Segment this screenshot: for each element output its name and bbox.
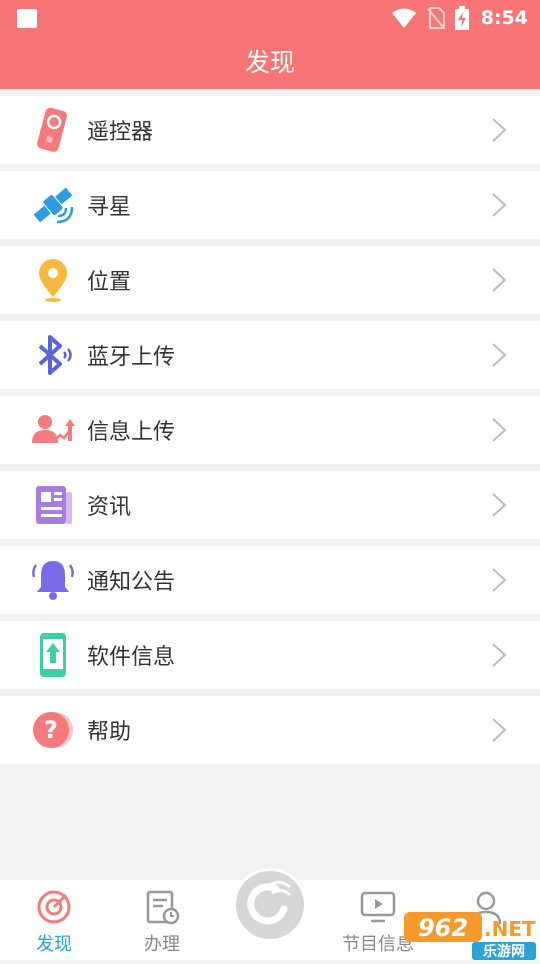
notification-icon: [17, 9, 37, 28]
menu-item-label: 通知公告: [87, 570, 176, 595]
user-upload-icon: [32, 415, 75, 443]
menu-item-help[interactable]: ? 帮助: [0, 696, 540, 764]
menu-item-location[interactable]: 位置: [0, 246, 540, 314]
chevron-right-icon: [492, 193, 507, 217]
status-bar: 8:54: [0, 0, 540, 36]
tab-handle[interactable]: 办理: [108, 880, 216, 960]
watermark-net: .NET: [484, 917, 536, 941]
menu-item-info-upload[interactable]: 信息上传: [0, 396, 540, 464]
menu-item-software-info[interactable]: 软件信息: [0, 621, 540, 689]
page-title: 发现: [0, 36, 540, 89]
menu-item-label: 软件信息: [87, 645, 176, 670]
menu-item-label: 位置: [87, 270, 132, 295]
help-icon: ?: [33, 712, 73, 748]
battery-charging-icon: [454, 6, 469, 30]
location-pin-icon: [39, 259, 67, 302]
chevron-right-icon: [492, 268, 507, 292]
watermark-number: 962: [418, 914, 468, 942]
phone-update-icon: [40, 633, 66, 677]
satellite-icon: [33, 187, 74, 224]
wifi-icon: [391, 8, 416, 28]
chevron-right-icon: [492, 118, 507, 142]
chevron-right-icon: [492, 493, 507, 517]
menu-item-label: 遥控器: [87, 120, 154, 145]
watermark-site: 乐游网: [483, 943, 525, 960]
clock: 8:54: [480, 7, 528, 29]
chevron-right-icon: [492, 418, 507, 442]
center-home-button[interactable]: [233, 868, 307, 942]
chevron-right-icon: [492, 718, 507, 742]
chevron-right-icon: [492, 568, 507, 592]
menu-item-label: 资讯: [87, 495, 132, 520]
chevron-right-icon: [492, 343, 507, 367]
discover-menu-list: 遥控器 寻星 位置 蓝牙上传 信息上传 资讯 通知公告 软件信息 ? 帮助: [0, 96, 540, 771]
menu-item-label: 寻星: [87, 195, 132, 220]
news-icon: [36, 486, 72, 524]
menu-item-news[interactable]: 资讯: [0, 471, 540, 539]
menu-item-label: 帮助: [87, 720, 132, 745]
center-logo-icon: [247, 880, 292, 925]
bluetooth-icon: [38, 335, 72, 375]
discover-icon: [37, 890, 71, 924]
menu-item-remote[interactable]: 遥控器: [0, 96, 540, 164]
menu-item-bluetooth-upload[interactable]: 蓝牙上传: [0, 321, 540, 389]
tab-discover[interactable]: 发现: [0, 880, 108, 960]
tv-play-icon: [360, 891, 396, 923]
tab-label: 发现: [36, 934, 72, 955]
menu-item-satellite-finder[interactable]: 寻星: [0, 171, 540, 239]
watermark-logo: 962 .NET 乐游网: [400, 908, 540, 960]
tab-label: 办理: [144, 934, 180, 955]
remote-control-icon: [37, 107, 67, 152]
menu-item-announcements[interactable]: 通知公告: [0, 546, 540, 614]
chevron-right-icon: [492, 643, 507, 667]
svg-text:?: ?: [44, 716, 58, 744]
form-clock-icon: [146, 890, 180, 925]
bell-icon: [32, 561, 74, 600]
menu-item-label: 信息上传: [87, 420, 176, 445]
menu-item-label: 蓝牙上传: [87, 345, 176, 370]
no-sim-icon: [426, 7, 445, 29]
